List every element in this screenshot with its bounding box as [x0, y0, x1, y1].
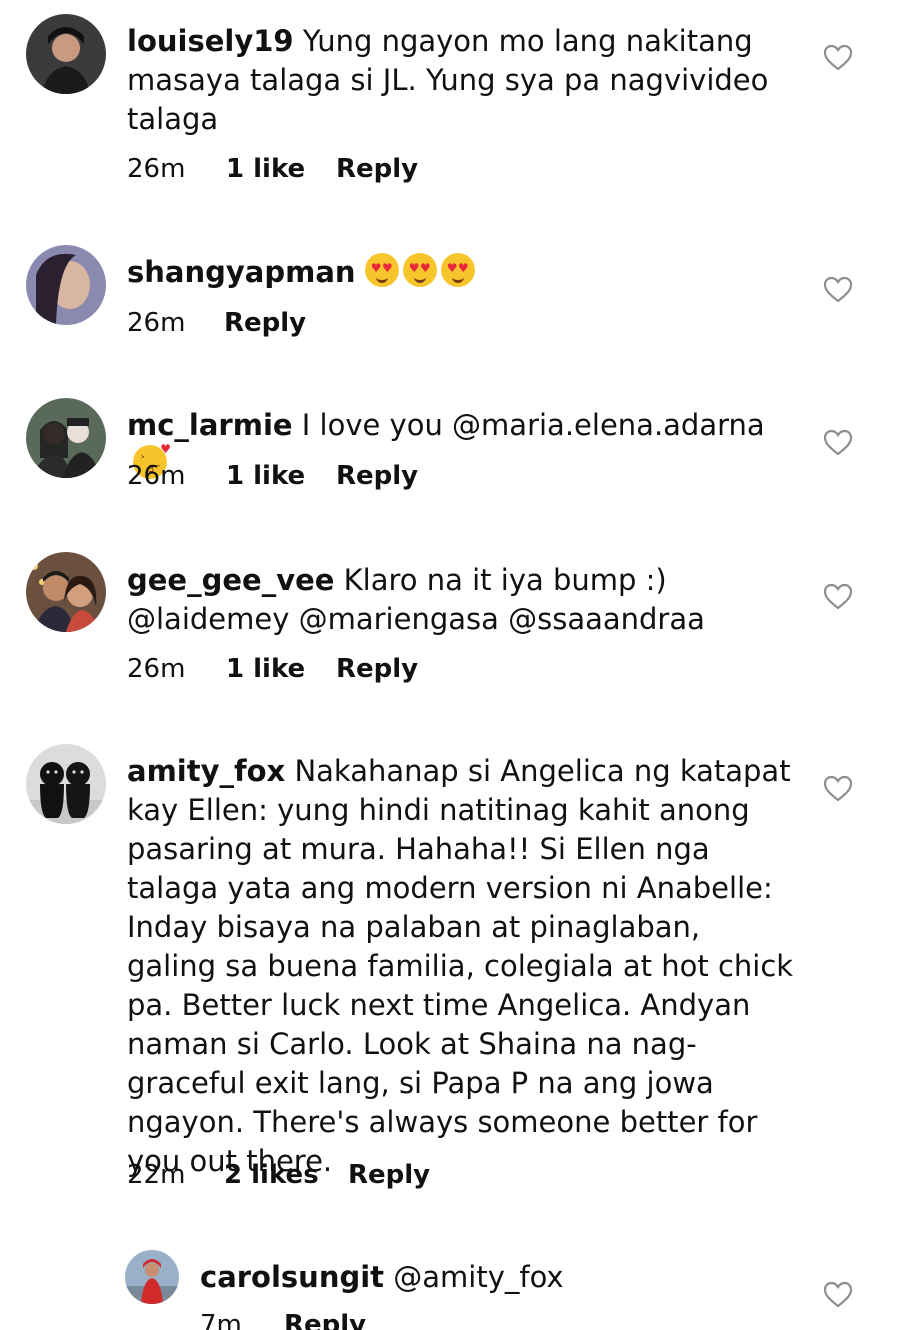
- comment-username[interactable]: carolsungit: [200, 1260, 384, 1294]
- reply-button[interactable]: Reply: [336, 461, 418, 491]
- comment-username[interactable]: amity_fox: [127, 754, 285, 788]
- comment-meta: 7m Reply: [200, 1310, 500, 1330]
- avatar-photo-icon: [26, 398, 106, 478]
- heart-eyes-emoji: ♥ ♥: [402, 253, 437, 287]
- comment-likes[interactable]: 1 like: [226, 654, 305, 684]
- reply-button[interactable]: Reply: [336, 654, 418, 684]
- avatar-photo-icon: [125, 1250, 179, 1304]
- comment-body: carolsungit @amity_fox: [200, 1258, 800, 1297]
- comment-time: 26m: [127, 461, 186, 491]
- comment-text: @amity_fox: [393, 1260, 564, 1294]
- comment-username[interactable]: mc_larmie: [127, 408, 293, 442]
- comment-meta: 26m Reply: [127, 308, 527, 342]
- comment-time: 26m: [127, 654, 186, 684]
- comment-likes[interactable]: 2 likes: [224, 1160, 319, 1190]
- avatar-photo-icon: [26, 552, 106, 632]
- comment-likes[interactable]: 1 like: [226, 154, 305, 184]
- comment-time: 22m: [127, 1160, 186, 1190]
- avatar[interactable]: [26, 398, 106, 478]
- comment-meta: 26m 1 like Reply: [127, 654, 527, 688]
- avatar[interactable]: [26, 245, 106, 325]
- heart-eyes-emoji: ♥ ♥: [440, 253, 475, 287]
- comment-time: 7m: [200, 1310, 242, 1330]
- heart-outline-icon[interactable]: [823, 44, 853, 71]
- comment-username[interactable]: gee_gee_vee: [127, 563, 334, 597]
- comment-meta: 26m 1 like Reply: [127, 154, 527, 188]
- heart-outline-icon[interactable]: [823, 583, 853, 610]
- reply-button[interactable]: Reply: [348, 1160, 430, 1190]
- comment-body: louisely19 Yung ngayon mo lang nakitang …: [127, 22, 797, 139]
- reply-button[interactable]: Reply: [336, 154, 418, 184]
- comment-time: 26m: [127, 308, 186, 338]
- heart-outline-icon[interactable]: [823, 775, 853, 802]
- comment-body: gee_gee_vee Klaro na it iya bump :) @lai…: [127, 561, 797, 639]
- comment-username[interactable]: shangyapman: [127, 255, 356, 289]
- reply-button[interactable]: Reply: [284, 1310, 366, 1330]
- heart-outline-icon[interactable]: [823, 1281, 853, 1308]
- avatar-photo-icon: [26, 245, 106, 325]
- comment-meta: 26m 1 like Reply: [127, 461, 527, 495]
- avatar[interactable]: [125, 1250, 179, 1304]
- reply-button[interactable]: Reply: [224, 308, 306, 338]
- comment-body: shangyapman ♥ ♥ ♥ ♥ ♥ ♥: [127, 253, 797, 292]
- avatar[interactable]: [26, 14, 106, 94]
- comment-time: 26m: [127, 154, 186, 184]
- comment-username[interactable]: louisely19: [127, 24, 294, 58]
- comment-text: Nakahanap si Angelica ng katapat kay Ell…: [127, 754, 794, 1178]
- avatar-photo-icon: [26, 744, 106, 824]
- comment-body: amity_fox Nakahanap si Angelica ng katap…: [127, 752, 797, 1181]
- avatar-photo-icon: [26, 14, 106, 94]
- heart-outline-icon[interactable]: [823, 276, 853, 303]
- comment-text: I love you @maria.elena.adarna: [301, 408, 765, 442]
- comment-likes[interactable]: 1 like: [226, 461, 305, 491]
- comment-meta: 22m 2 likes Reply: [127, 1160, 527, 1194]
- avatar[interactable]: [26, 744, 106, 824]
- avatar[interactable]: [26, 552, 106, 632]
- heart-eyes-emoji: ♥ ♥: [364, 253, 399, 287]
- heart-outline-icon[interactable]: [823, 429, 853, 456]
